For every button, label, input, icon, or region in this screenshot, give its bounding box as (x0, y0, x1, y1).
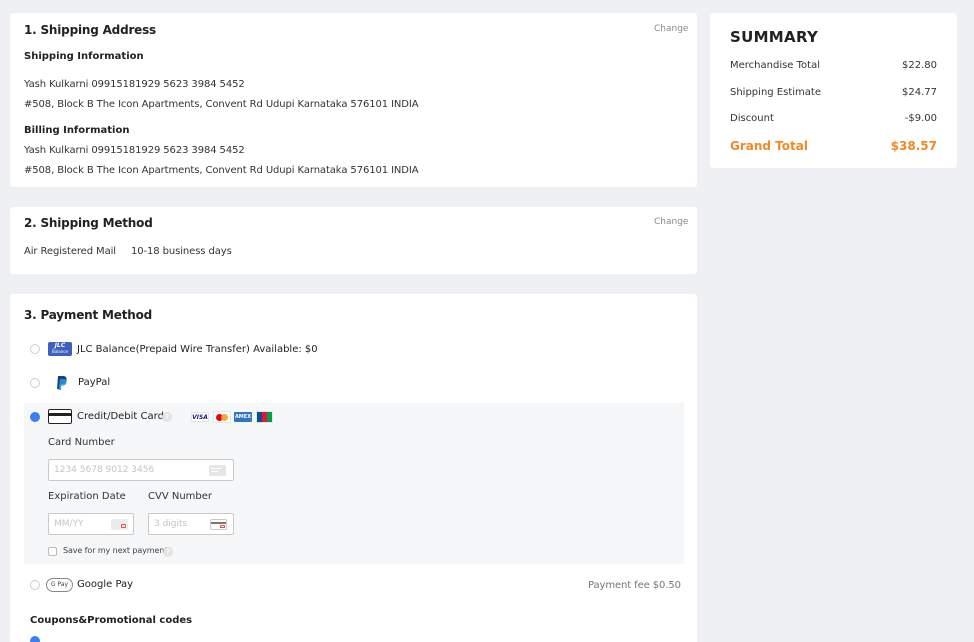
jlc-logo-subtext: Balance (52, 349, 68, 354)
expiration-date-label: Expiration Date (48, 491, 126, 502)
summary-row-label: Discount (730, 113, 774, 124)
shipping-method-title: 2. Shipping Method (24, 216, 153, 230)
calendar-card-icon (111, 519, 128, 530)
grand-total-label: Grand Total (730, 139, 808, 153)
card-number-label: Card Number (48, 437, 115, 448)
shipping-method-change-link[interactable]: Change (654, 217, 688, 227)
jlc-balance-label[interactable]: JLC Balance(Prepaid Wire Transfer) Avail… (77, 344, 318, 355)
coupon-radio[interactable] (30, 636, 40, 642)
credit-card-radio[interactable] (30, 412, 40, 422)
shipping-address-card: 1. Shipping Address Change Shipping Info… (10, 13, 697, 187)
summary-row-value: -$9.00 (904, 113, 937, 124)
jcb-logo-icon (256, 411, 273, 423)
summary-grand-total: Grand Total $38.57 (730, 139, 937, 153)
summary-row-value: $24.77 (902, 87, 937, 98)
coupons-heading: Coupons&Promotional codes (30, 615, 193, 626)
summary-title: SUMMARY (730, 28, 819, 46)
gpay-logo-text: G Pay (50, 581, 69, 588)
google-pay-icon: G Pay (46, 578, 73, 592)
visa-logo-icon: VISA (191, 412, 209, 422)
credit-card-section: Credit/Debit Card ? VISA AMEX Card Numbe… (24, 403, 684, 564)
credit-card-icon (48, 409, 72, 424)
cvv-card-icon (210, 519, 227, 530)
google-pay-label[interactable]: Google Pay (77, 579, 133, 590)
summary-row-value: $22.80 (902, 60, 937, 71)
billing-info-heading: Billing Information (24, 125, 130, 136)
order-summary-card: SUMMARY Merchandise Total $22.80 Shippin… (710, 13, 957, 168)
shipping-method-duration: 10-18 business days (131, 246, 232, 257)
paypal-radio[interactable] (30, 378, 40, 388)
summary-row-discount: Discount -$9.00 (730, 113, 937, 124)
amex-logo-text: AMEX (234, 414, 252, 420)
shipping-address-line: #508, Block B The Icon Apartments, Conve… (24, 99, 419, 110)
grand-total-value: $38.57 (890, 139, 937, 153)
billing-contact: Yash Kulkarni 09915181929 5623 3984 5452 (24, 145, 245, 156)
paypal-icon (55, 375, 69, 391)
save-payment-help-icon[interactable]: ? (163, 547, 173, 557)
jlc-balance-radio[interactable] (30, 344, 40, 354)
shipping-address-change-link[interactable]: Change (654, 24, 688, 34)
shipping-address-title: 1. Shipping Address (24, 23, 156, 37)
cvv-number-label: CVV Number (148, 491, 213, 502)
summary-row-shipping: Shipping Estimate $24.77 (730, 87, 937, 98)
amex-logo-icon: AMEX (234, 412, 252, 422)
summary-row-merchandise: Merchandise Total $22.80 (730, 60, 937, 71)
payment-method-title: 3. Payment Method (24, 308, 153, 322)
payment-method-card: 3. Payment Method JLC Balance JLC Balanc… (10, 294, 697, 642)
credit-card-help-icon[interactable]: ? (162, 412, 172, 422)
shipping-contact: Yash Kulkarni 09915181929 5623 3984 5452 (24, 79, 245, 90)
google-pay-fee: Payment fee $0.50 (588, 580, 681, 591)
paypal-label[interactable]: PayPal (78, 377, 110, 388)
visa-logo-text: VISA (192, 414, 208, 421)
card-number-input[interactable] (48, 459, 234, 481)
shipping-method-card: 2. Shipping Method Change Air Registered… (10, 207, 697, 274)
mastercard-logo-icon (213, 411, 231, 423)
summary-row-label: Shipping Estimate (730, 87, 821, 98)
jlc-balance-icon: JLC Balance (48, 342, 72, 356)
shipping-method-name: Air Registered Mail (24, 246, 116, 257)
billing-address-line: #508, Block B The Icon Apartments, Conve… (24, 165, 419, 176)
save-payment-checkbox[interactable] (48, 547, 57, 556)
google-pay-radio[interactable] (30, 580, 40, 590)
save-payment-label[interactable]: Save for my next payment (63, 546, 167, 555)
credit-card-label[interactable]: Credit/Debit Card (77, 411, 164, 422)
summary-row-label: Merchandise Total (730, 60, 820, 71)
card-number-field-icon (209, 465, 226, 476)
shipping-info-heading: Shipping Information (24, 51, 144, 62)
